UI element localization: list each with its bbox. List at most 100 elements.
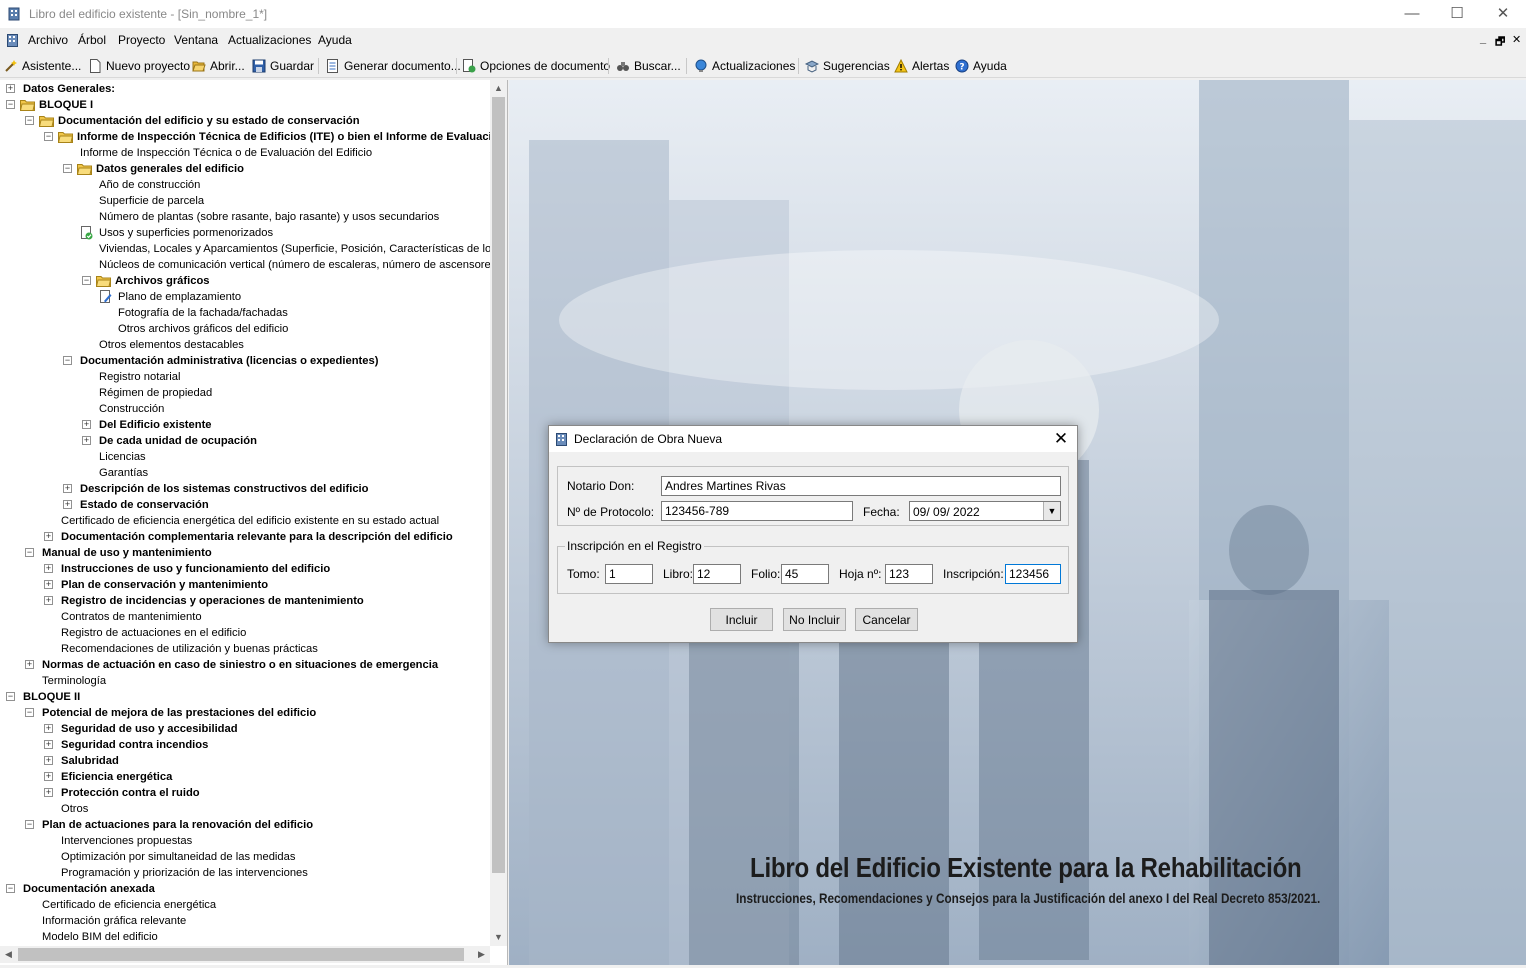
tree-node[interactable]: BLOQUE II — [23, 689, 80, 705]
close-window-button[interactable]: ✕ — [1480, 0, 1526, 28]
tree-node[interactable]: Del Edificio existente — [99, 417, 212, 433]
tree-node[interactable]: Instrucciones de uso y funcionamiento de… — [61, 561, 330, 577]
tree-node[interactable]: Descripción de los sistemas constructivo… — [80, 481, 368, 497]
no-incluir-button[interactable]: No Incluir — [783, 608, 846, 631]
expand-plus-icon[interactable]: + — [44, 564, 53, 573]
actualizaciones-button[interactable]: Actualizaciones — [694, 57, 795, 75]
menu-arbol[interactable]: Árbol — [78, 33, 106, 47]
collapse-minus-icon[interactable]: − — [6, 884, 15, 893]
tree-node[interactable]: Plano de emplazamiento — [118, 289, 241, 305]
menu-archivo[interactable]: Archivo — [28, 33, 68, 47]
folio-input[interactable] — [781, 564, 829, 584]
ayuda-button[interactable]: ? Ayuda — [955, 57, 1007, 75]
tree-node[interactable]: Fotografía de la fachada/fachadas — [118, 305, 288, 321]
maximize-button[interactable]: ☐ — [1434, 0, 1480, 28]
tree-node[interactable]: Datos Generales: — [23, 81, 115, 97]
expand-plus-icon[interactable]: + — [44, 756, 53, 765]
tree-node[interactable]: Documentación administrativa (licencias … — [80, 353, 378, 369]
scroll-up-arrow-icon[interactable]: ▲ — [490, 80, 507, 97]
tree-node[interactable]: Superficie de parcela — [99, 193, 204, 209]
tree-node[interactable]: Año de construcción — [99, 177, 200, 193]
tree-horizontal-scrollbar[interactable]: ◀ ▶ — [0, 946, 490, 963]
tree-node[interactable]: Manual de uso y mantenimiento — [42, 545, 212, 561]
tree-node[interactable]: Registro de incidencias y operaciones de… — [61, 593, 364, 609]
expand-plus-icon[interactable]: + — [44, 580, 53, 589]
fecha-date-picker[interactable]: 09/ 09/ 2022 ▼ — [909, 501, 1061, 521]
expand-plus-icon[interactable]: + — [44, 740, 53, 749]
alertas-button[interactable]: Alertas — [894, 57, 949, 75]
opciones-documento-button[interactable]: Opciones de documento — [462, 57, 610, 75]
tree-node[interactable]: Plan de actuaciones para la renovación d… — [42, 817, 313, 833]
tree-node[interactable]: Registro notarial — [99, 369, 180, 385]
minimize-button[interactable]: — — [1389, 0, 1435, 28]
tree-node[interactable]: Seguridad de uso y accesibilidad — [61, 721, 238, 737]
tree-node[interactable]: BLOQUE I — [39, 97, 93, 113]
cancelar-button[interactable]: Cancelar — [855, 608, 918, 631]
expand-plus-icon[interactable]: + — [44, 788, 53, 797]
tree-node[interactable]: Terminología — [42, 673, 106, 689]
chevron-down-icon[interactable]: ▼ — [1043, 502, 1060, 520]
guardar-button[interactable]: Guardar — [252, 57, 314, 75]
collapse-minus-icon[interactable]: − — [6, 692, 15, 701]
scroll-right-arrow-icon[interactable]: ▶ — [473, 946, 490, 963]
tree-node[interactable]: Protección contra el ruido — [61, 785, 200, 801]
tree-node[interactable]: Documentación del edificio y su estado d… — [58, 113, 360, 129]
tree-node[interactable]: Archivos gráficos — [115, 273, 210, 289]
collapse-minus-icon[interactable]: − — [82, 276, 91, 285]
scroll-thumb[interactable] — [18, 948, 464, 961]
tree-node[interactable]: Datos generales del edificio — [96, 161, 244, 177]
asistente-button[interactable]: Asistente... — [4, 57, 81, 75]
mdi-restore-button[interactable]: 🗗 — [1495, 33, 1505, 52]
mdi-close-button[interactable]: ✕ — [1512, 33, 1521, 46]
expand-plus-icon[interactable]: + — [6, 84, 15, 93]
tree-node[interactable]: Certificado de eficiencia energética del… — [61, 513, 439, 529]
protocolo-input[interactable] — [661, 501, 853, 521]
tree-node[interactable]: Informe de Inspección Técnica o de Evalu… — [80, 145, 372, 161]
notario-input[interactable] — [661, 476, 1061, 496]
tree-node[interactable]: Intervenciones propuestas — [61, 833, 192, 849]
tree-node[interactable]: Salubridad — [61, 753, 119, 769]
tree-node[interactable]: Información gráfica relevante — [42, 913, 186, 929]
tree-node[interactable]: Recomendaciones de utilización y buenas … — [61, 641, 318, 657]
collapse-minus-icon[interactable]: − — [25, 708, 34, 717]
tree-node[interactable]: Otros — [61, 801, 88, 817]
tree-node[interactable]: Contratos de mantenimiento — [61, 609, 202, 625]
tree-node[interactable]: Plan de conservación y mantenimiento — [61, 577, 268, 593]
abrir-button[interactable]: Abrir... — [192, 57, 245, 75]
tree-node[interactable]: Documentación complementaria relevante p… — [61, 529, 453, 545]
libro-input[interactable] — [693, 564, 741, 584]
generar-documento-button[interactable]: Generar documento... — [326, 57, 461, 75]
inscripcion-input[interactable] — [1005, 564, 1061, 584]
tree-node[interactable]: Modelo BIM del edificio — [42, 929, 158, 945]
tree-node[interactable]: Programación y priorización de las inter… — [61, 865, 308, 881]
tree-node[interactable]: Normas de actuación en caso de siniestro… — [42, 657, 438, 673]
tree-node[interactable]: Viviendas, Locales y Aparcamientos (Supe… — [99, 241, 490, 257]
menu-proyecto[interactable]: Proyecto — [118, 33, 165, 47]
tree-node[interactable]: Informe de Inspección Técnica de Edifici… — [77, 129, 490, 145]
expand-plus-icon[interactable]: + — [44, 724, 53, 733]
tree-node[interactable]: Eficiencia energética — [61, 769, 172, 785]
tree-node[interactable]: Documentación anexada — [23, 881, 155, 897]
dialog-close-icon[interactable]: ✕ — [1049, 428, 1073, 450]
menu-ventana[interactable]: Ventana — [174, 33, 218, 47]
hoja-input[interactable] — [885, 564, 933, 584]
tree-node[interactable]: Potencial de mejora de las prestaciones … — [42, 705, 316, 721]
tree-node[interactable]: Estado de conservación — [80, 497, 209, 513]
tree-node[interactable]: Núcleos de comunicación vertical (número… — [99, 257, 490, 273]
scroll-down-arrow-icon[interactable]: ▼ — [490, 929, 507, 946]
tree-node[interactable]: Número de plantas (sobre rasante, bajo r… — [99, 209, 439, 225]
menu-actualizaciones[interactable]: Actualizaciones — [228, 33, 311, 47]
menu-ayuda[interactable]: Ayuda — [318, 33, 352, 47]
tree-node[interactable]: Construcción — [99, 401, 164, 417]
buscar-button[interactable]: Buscar... — [616, 57, 681, 75]
expand-plus-icon[interactable]: + — [25, 660, 34, 669]
collapse-minus-icon[interactable]: − — [25, 116, 34, 125]
tree-node[interactable]: Registro de actuaciones en el edificio — [61, 625, 246, 641]
sugerencias-button[interactable]: Sugerencias — [805, 57, 890, 75]
collapse-minus-icon[interactable]: − — [25, 548, 34, 557]
scroll-left-arrow-icon[interactable]: ◀ — [0, 946, 17, 963]
tree-node[interactable]: Garantías — [99, 465, 148, 481]
tomo-input[interactable] — [605, 564, 653, 584]
collapse-minus-icon[interactable]: − — [44, 132, 53, 141]
expand-plus-icon[interactable]: + — [63, 500, 72, 509]
